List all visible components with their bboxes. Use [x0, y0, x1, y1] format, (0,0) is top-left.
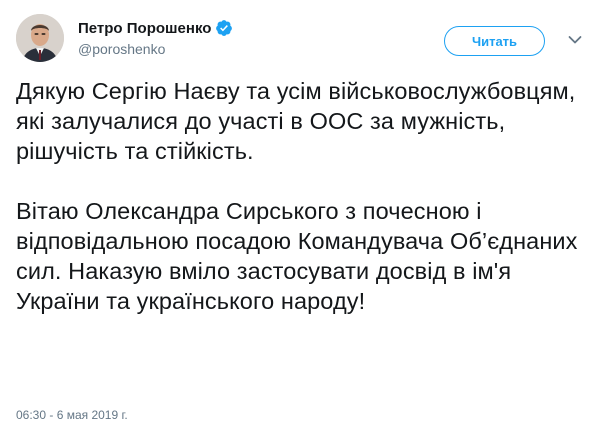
tweet-timestamp[interactable]: 06:30 - 6 мая 2019 г.: [16, 408, 128, 422]
avatar-photo: [16, 14, 64, 62]
avatar[interactable]: [16, 14, 64, 62]
follow-button[interactable]: Читать: [444, 26, 545, 56]
tweet-card: Петро Порошенко @poroshenko Читать Дякую…: [0, 0, 603, 433]
tweet-paragraph-1: Дякую Сергію Наєву та усім військовослуж…: [16, 78, 576, 164]
author-names: Петро Порошенко @poroshenko: [78, 18, 233, 57]
chevron-down-icon: [568, 36, 582, 44]
display-name[interactable]: Петро Порошенко: [78, 20, 211, 37]
verified-badge-icon: [215, 19, 233, 37]
display-name-row: Петро Порошенко: [78, 18, 233, 38]
more-options-button[interactable]: [565, 30, 585, 50]
tweet-text: Дякую Сергію Наєву та усім військовослуж…: [16, 76, 587, 316]
tweet-header: Петро Порошенко @poroshenko Читать: [16, 14, 587, 62]
author-handle[interactable]: @poroshenko: [78, 41, 233, 57]
tweet-paragraph-2: Вітаю Олександра Сирського з почесною і …: [16, 198, 578, 314]
